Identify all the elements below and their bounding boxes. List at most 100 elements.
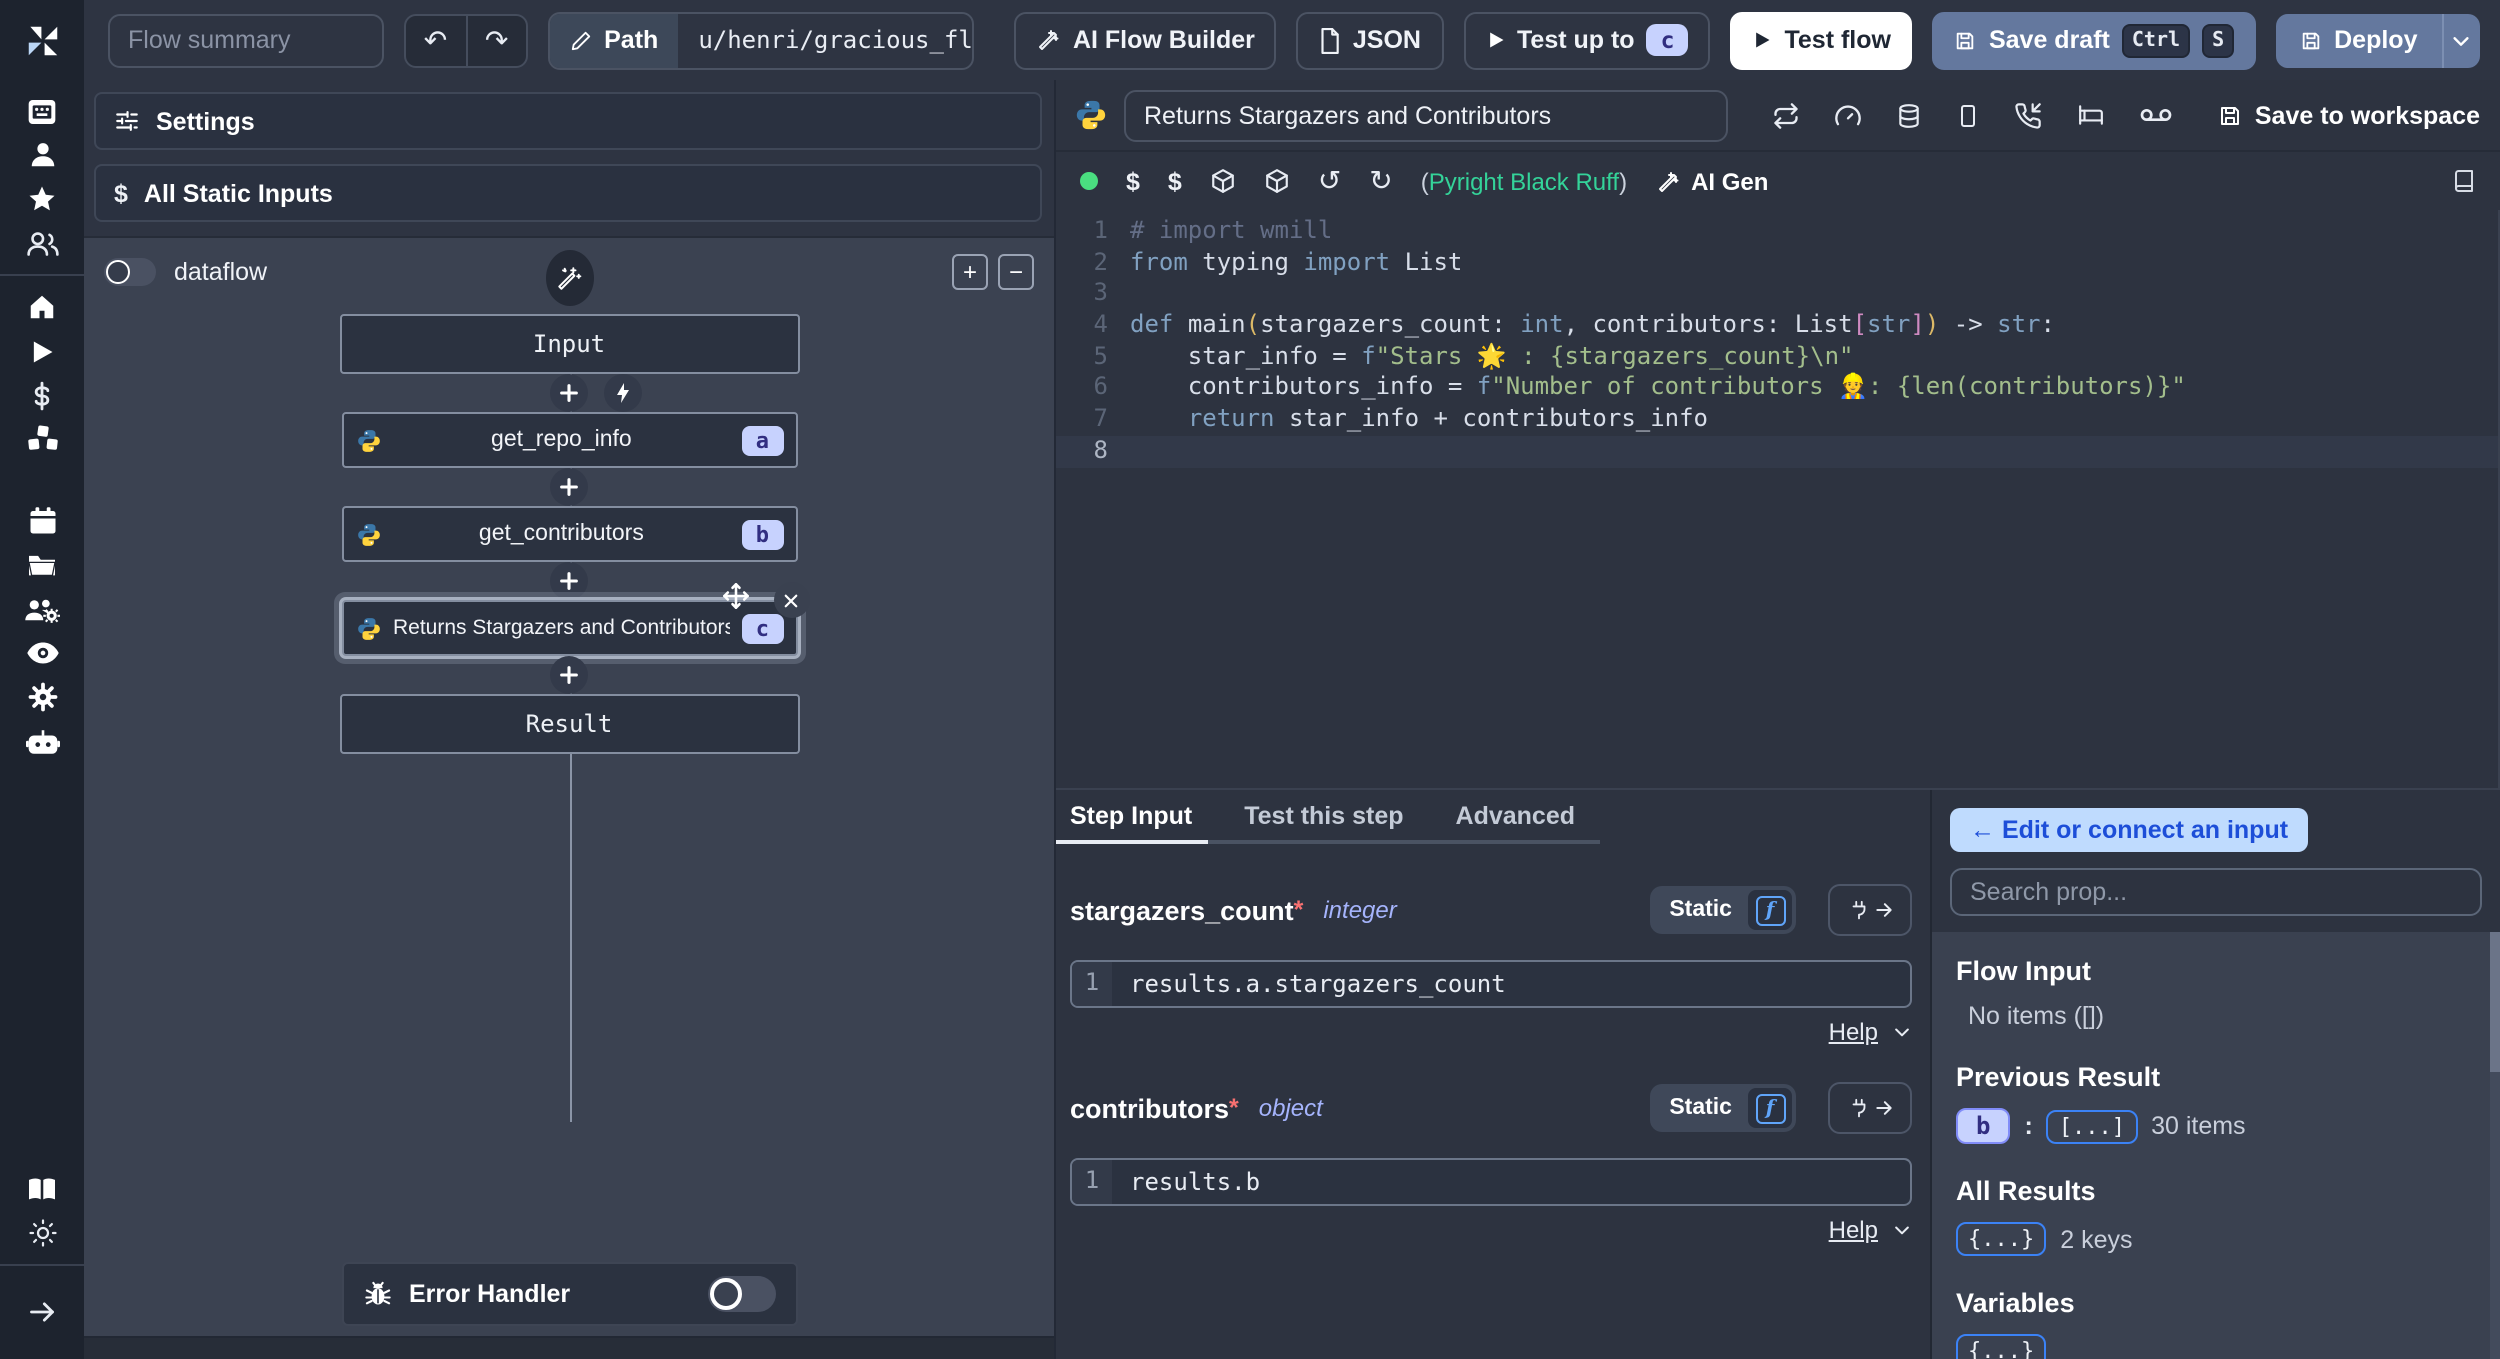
- error-handler-row[interactable]: Error Handler: [341, 1261, 797, 1325]
- dollar-icon[interactable]: $: [1168, 167, 1182, 195]
- code-line[interactable]: 4 def main(stargazers_count: int, contrib…: [1056, 310, 2498, 341]
- test-up-to-button[interactable]: Test up to c: [1463, 11, 1711, 69]
- play-icon[interactable]: [16, 336, 68, 366]
- path-chip[interactable]: Path u/henri/gracious_flow: [548, 11, 975, 69]
- blocks-icon[interactable]: [16, 424, 68, 454]
- zoom-in-button[interactable]: +: [952, 254, 988, 290]
- star-icon[interactable]: [16, 184, 68, 214]
- node-returns-stargazers[interactable]: Returns Stargazers and Contributors c: [341, 582, 809, 656]
- code-line[interactable]: 7 return star_info + contributors_info: [1056, 404, 2498, 435]
- deploy-more-button[interactable]: [2441, 13, 2480, 67]
- ai-flow-builder-button[interactable]: AI Flow Builder: [1014, 11, 1277, 69]
- bed-icon[interactable]: [2076, 102, 2106, 128]
- move-icon[interactable]: [721, 582, 749, 618]
- undo-icon[interactable]: ↺: [1318, 164, 1341, 198]
- function-mode-icon[interactable]: f: [1748, 890, 1792, 930]
- lint-status[interactable]: (Pyright Black Ruff): [1421, 167, 1627, 195]
- book-icon[interactable]: [2452, 168, 2476, 194]
- sliders-icon: [114, 108, 140, 134]
- save-draft-button[interactable]: Save draft Ctrl S: [1932, 11, 2257, 69]
- gear-icon[interactable]: [16, 682, 68, 712]
- smartphone-icon[interactable]: [1956, 101, 1980, 129]
- result-key-badge[interactable]: b: [1956, 1108, 2011, 1144]
- dollar-icon[interactable]: [16, 380, 68, 410]
- code-line[interactable]: 1 # import wmill: [1056, 216, 2498, 247]
- dollar-icon[interactable]: $: [1126, 167, 1140, 195]
- array-badge[interactable]: [...]: [2046, 1109, 2138, 1143]
- add-step-button[interactable]: [550, 468, 588, 506]
- object-badge[interactable]: {...}: [1956, 1334, 2047, 1359]
- voicemail-icon[interactable]: [2140, 104, 2172, 126]
- node-get-contributors[interactable]: get_contributors b: [341, 506, 797, 562]
- all-static-inputs-button[interactable]: $ All Static Inputs: [94, 164, 1042, 222]
- folder-icon[interactable]: [16, 550, 68, 580]
- chevron-down-icon[interactable]: [1892, 1220, 1912, 1240]
- flow-summary-input[interactable]: [108, 13, 384, 67]
- close-icon[interactable]: [773, 582, 809, 618]
- eye-icon[interactable]: [16, 638, 68, 668]
- arrow-right-icon[interactable]: [16, 1281, 68, 1343]
- users-icon[interactable]: [16, 228, 68, 258]
- robot-icon[interactable]: [16, 726, 68, 756]
- save-to-workspace-button[interactable]: Save to workspace: [2219, 101, 2480, 129]
- deploy-button[interactable]: Deploy: [2276, 13, 2441, 67]
- add-step-button[interactable]: [550, 562, 588, 600]
- settings-button[interactable]: Settings: [94, 92, 1042, 150]
- phone-incoming-icon[interactable]: [2014, 101, 2042, 129]
- code-line[interactable]: 2 from typing import List: [1056, 247, 2498, 278]
- windmill-logo-icon[interactable]: [0, 0, 84, 80]
- ai-gen-button[interactable]: AI Gen: [1655, 167, 1768, 195]
- object-badge[interactable]: {...}: [1956, 1222, 2047, 1256]
- code-line[interactable]: 8: [1056, 435, 2498, 467]
- apps-icon[interactable]: [16, 96, 68, 126]
- user-icon[interactable]: [16, 140, 68, 170]
- function-mode-icon[interactable]: f: [1748, 1088, 1792, 1128]
- json-button[interactable]: JSON: [1296, 11, 1443, 69]
- error-handler-toggle[interactable]: [707, 1275, 775, 1311]
- tab-step-input[interactable]: Step Input: [1055, 802, 1209, 844]
- code-line[interactable]: 3: [1056, 279, 2498, 310]
- expression-input[interactable]: 1 results.b: [1070, 1158, 1912, 1206]
- book-icon[interactable]: [16, 1173, 68, 1203]
- static-toggle[interactable]: Static f: [1649, 1084, 1796, 1132]
- refresh-icon[interactable]: ↻: [1369, 164, 1392, 198]
- edit-or-connect-button[interactable]: ← Edit or connect an input: [1950, 808, 2309, 852]
- expression-input[interactable]: 1 results.a.stargazers_count: [1070, 960, 1912, 1008]
- help-link[interactable]: Help: [1829, 1216, 1878, 1244]
- sun-icon[interactable]: [16, 1217, 68, 1247]
- add-step-button[interactable]: [550, 374, 588, 412]
- code-line[interactable]: 6 contributors_info = f"Number of contri…: [1056, 373, 2498, 404]
- undo-button[interactable]: ↶: [406, 15, 468, 65]
- chevron-down-icon[interactable]: [1892, 1022, 1912, 1042]
- help-link[interactable]: Help: [1829, 1018, 1878, 1046]
- users-gear-icon[interactable]: [16, 594, 68, 624]
- scrollbar-thumb[interactable]: [2490, 932, 2500, 1072]
- dataflow-toggle[interactable]: [104, 258, 156, 286]
- node-result[interactable]: Result: [339, 694, 799, 754]
- node-input[interactable]: Input: [339, 314, 799, 374]
- repeat-icon[interactable]: [1772, 101, 1800, 129]
- node-get-repo-info[interactable]: get_repo_info a: [341, 412, 797, 468]
- test-flow-button[interactable]: Test flow: [1730, 11, 1913, 69]
- ai-wand-button[interactable]: [545, 250, 593, 306]
- connect-input-button[interactable]: [1828, 1082, 1912, 1134]
- package-icon[interactable]: [1264, 168, 1290, 194]
- trigger-bolt-button[interactable]: [603, 374, 641, 412]
- calendar-icon[interactable]: [16, 506, 68, 536]
- redo-button[interactable]: ↷: [467, 15, 526, 65]
- database-icon[interactable]: [1896, 101, 1922, 129]
- code-editor[interactable]: 1 # import wmill 2 from typing import List 3…: [1056, 210, 2500, 788]
- code-line[interactable]: 5 star_info = f"Stars 🌟 : {stargazers_co…: [1056, 342, 2498, 373]
- connect-input-button[interactable]: [1828, 884, 1912, 936]
- tab-advanced[interactable]: Advanced: [1456, 802, 1576, 840]
- step-title-input[interactable]: [1124, 89, 1728, 141]
- tab-test-this-step[interactable]: Test this step: [1244, 802, 1403, 840]
- static-toggle[interactable]: Static f: [1649, 886, 1796, 934]
- package-icon[interactable]: [1210, 168, 1236, 194]
- gauge-icon[interactable]: [1834, 101, 1862, 129]
- zoom-out-button[interactable]: −: [998, 254, 1034, 290]
- add-step-button[interactable]: [550, 656, 588, 694]
- scrollbar[interactable]: [2490, 932, 2500, 1359]
- search-prop-input[interactable]: [1950, 868, 2482, 916]
- home-icon[interactable]: [16, 292, 68, 322]
